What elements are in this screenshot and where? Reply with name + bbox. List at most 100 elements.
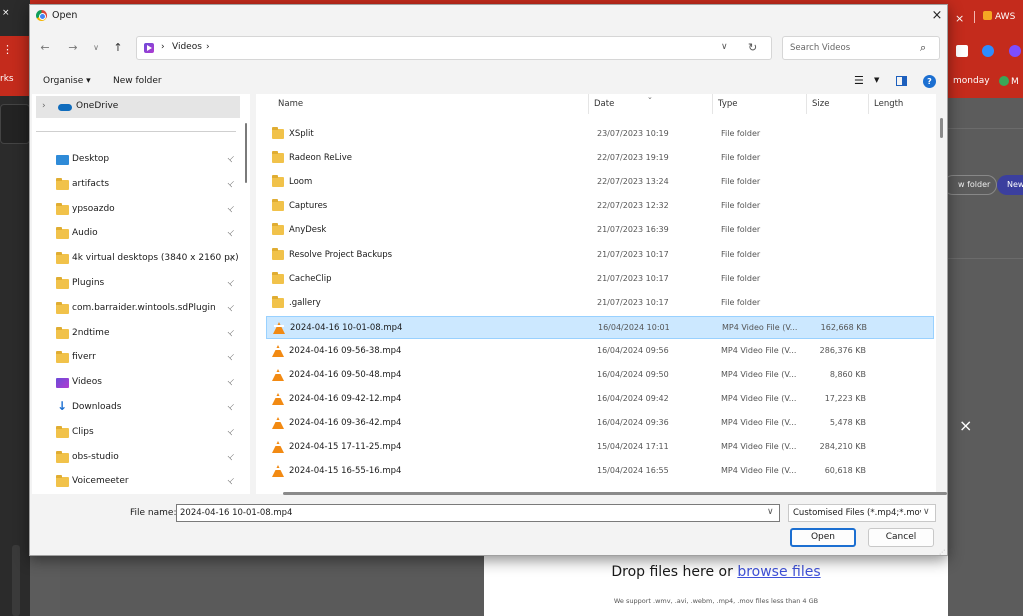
table-row[interactable]: 2024-04-16 10-01-08.mp4 16/04/2024 10:01 M… xyxy=(266,315,934,339)
table-row[interactable]: 2024-04-16 09-50-48.mp4 16/04/2024 09:50 M… xyxy=(266,364,934,387)
sidebar-item-onedrive[interactable]: › OneDrive xyxy=(36,96,240,118)
breadcrumb-separator-2[interactable]: › xyxy=(206,42,210,52)
sidebar-item-2ndtime[interactable]: 2ndtime ⊥ xyxy=(32,323,250,345)
videos-folder-icon xyxy=(144,43,154,53)
table-row[interactable]: CacheClip 21/07/2023 10:17 File folder xyxy=(266,268,934,291)
sidebar-item-voicemeeter[interactable]: Voicemeeter ⊥ xyxy=(32,471,250,493)
pin-icon[interactable]: ⊥ xyxy=(226,227,237,238)
pin-icon[interactable]: ⊥ xyxy=(226,277,237,288)
column-separator[interactable] xyxy=(712,94,713,114)
new-folder-button[interactable]: New folder xyxy=(113,76,162,86)
table-row[interactable]: 2024-04-16 09-42-12.mp4 16/04/2024 09:42 M… xyxy=(266,388,934,411)
bookmark-monday-badge[interactable]: M xyxy=(999,76,1019,87)
cancel-button[interactable]: Cancel xyxy=(868,528,934,547)
breadcrumb-videos[interactable]: Videos xyxy=(172,42,202,52)
close-icon[interactable]: × xyxy=(927,6,947,26)
recent-locations-chevron-icon[interactable]: ∨ xyxy=(89,43,103,52)
dialog-titlebar[interactable]: Open × xyxy=(30,5,947,28)
pin-icon[interactable]: ⊥ xyxy=(226,450,237,461)
help-icon[interactable]: ? xyxy=(923,75,936,88)
view-options-icon[interactable]: ☰ xyxy=(854,74,864,87)
open-button[interactable]: Open xyxy=(790,528,856,547)
background-scrollbar[interactable] xyxy=(12,545,20,616)
table-row[interactable]: Captures 22/07/2023 12:32 File folder xyxy=(266,195,934,218)
gear-extension-icon[interactable] xyxy=(1009,45,1021,57)
pin-icon[interactable]: ⊥ xyxy=(226,302,237,313)
table-row[interactable]: 2024-04-16 09-56-38.mp4 16/04/2024 09:56 M… xyxy=(266,340,934,363)
pin-icon[interactable]: ⊥ xyxy=(226,401,237,412)
table-row[interactable]: Radeon ReLive 22/07/2023 19:19 File folder xyxy=(266,147,934,170)
pin-icon[interactable]: ⊥ xyxy=(226,178,237,189)
sidebar-item-audio[interactable]: Audio ⊥ xyxy=(32,223,250,245)
file-name-input[interactable]: 2024-04-16 10-01-08.mp4 ∨ xyxy=(176,504,780,522)
table-row[interactable]: 2024-04-16 09-36-42.mp4 16/04/2024 09:36 M… xyxy=(266,412,934,435)
sidebar-item-artifacts[interactable]: artifacts ⊥ xyxy=(32,174,250,196)
address-bar[interactable]: › Videos › ∨ ↻ xyxy=(136,36,772,60)
search-input[interactable]: Search Videos ⌕ xyxy=(782,36,940,60)
table-row[interactable]: XSplit 23/07/2023 10:19 File folder xyxy=(266,123,934,146)
search-icon[interactable]: ⌕ xyxy=(920,41,926,55)
upload-modal-close-icon[interactable]: × xyxy=(959,416,972,435)
kebab-menu-icon[interactable]: ⋮ xyxy=(2,43,13,56)
column-header-size[interactable]: Size xyxy=(812,99,829,109)
file-list-horizontal-scrollbar[interactable] xyxy=(283,492,947,495)
column-separator[interactable] xyxy=(588,94,589,114)
folder-icon xyxy=(56,301,69,314)
view-options-caret-icon[interactable]: ▼ xyxy=(874,76,879,84)
file-type-filter-select[interactable]: Customised Files (*.mp4;*.mov ∨ xyxy=(788,504,936,522)
refresh-icon[interactable]: ↻ xyxy=(748,41,757,54)
table-row[interactable]: 2024-04-15 16-55-16.mp4 15/04/2024 16:55 M… xyxy=(266,460,934,483)
bookmark-monday[interactable]: monday xyxy=(953,76,990,86)
sidebar-item-ypsoazdo[interactable]: ypsoazdo ⊥ xyxy=(32,199,250,221)
column-header-type[interactable]: Type xyxy=(718,99,738,109)
up-arrow-icon[interactable]: ↑ xyxy=(111,41,125,54)
column-separator[interactable] xyxy=(806,94,807,114)
file-list-vertical-scrollbar[interactable] xyxy=(940,118,943,138)
extension-icon[interactable] xyxy=(956,45,968,57)
pin-icon[interactable]: ⊥ xyxy=(226,153,237,164)
pin-icon[interactable]: ⊥ xyxy=(226,326,237,337)
background-new-folder-button[interactable]: w folder xyxy=(943,175,998,195)
browse-files-link[interactable]: browse files xyxy=(737,564,820,580)
file-name-dropdown-chevron-icon[interactable]: ∨ xyxy=(767,507,774,517)
zoom-extension-icon[interactable] xyxy=(982,45,994,57)
navigation-pane-scrollbar[interactable] xyxy=(245,123,247,183)
sidebar-item-videos[interactable]: Videos ⊥ xyxy=(32,372,250,394)
column-header-length[interactable]: Length xyxy=(874,99,903,109)
resize-grip-icon[interactable]: ⋰ xyxy=(939,549,945,556)
sidebar-item-desktop[interactable]: Desktop ⊥ xyxy=(32,149,250,171)
pin-icon[interactable]: ⊥ xyxy=(226,351,237,362)
background-tab-close-icon[interactable]: × xyxy=(2,8,10,18)
column-header-date[interactable]: Date xyxy=(594,99,614,109)
table-row[interactable]: 2024-04-15 17-11-25.mp4 15/04/2024 17:11 M… xyxy=(266,436,934,459)
table-row[interactable]: .gallery 21/07/2023 10:17 File folder xyxy=(266,292,934,315)
pin-icon[interactable]: ⊥ xyxy=(226,475,237,486)
forward-arrow-icon[interactable]: → xyxy=(66,41,80,54)
pin-icon[interactable]: ⊥ xyxy=(226,426,237,437)
sidebar-item-obs-studio[interactable]: obs-studio ⊥ xyxy=(32,447,250,469)
pin-icon[interactable]: ⊥ xyxy=(226,202,237,213)
column-header-name[interactable]: Name xyxy=(278,99,303,109)
breadcrumb-separator[interactable]: › xyxy=(161,42,165,52)
filter-dropdown-chevron-icon[interactable]: ∨ xyxy=(923,507,1023,517)
sidebar-item-clips[interactable]: Clips ⊥ xyxy=(32,422,250,444)
table-row[interactable]: AnyDesk 21/07/2023 16:39 File folder xyxy=(266,219,934,242)
organise-menu-button[interactable]: Organise ▾ xyxy=(43,76,91,86)
table-row[interactable]: Loom 22/07/2023 13:24 File folder xyxy=(266,171,934,194)
background-new-button[interactable]: New xyxy=(997,175,1023,195)
sidebar-item-downloads[interactable]: Downloads ⊥ xyxy=(32,397,250,419)
sidebar-item-com-barraider-wintools-sdplugin[interactable]: com.barraider.wintools.sdPlugin ⊥ xyxy=(32,298,250,320)
sidebar-item-4k-virtual-desktops-3840-x-2160-px[interactable]: 4k virtual desktops (3840 x 2160 px) ⊥ xyxy=(32,248,250,270)
sidebar-item-fiverr[interactable]: fiverr ⊥ xyxy=(32,347,250,369)
sidebar-item-plugins[interactable]: Plugins ⊥ xyxy=(32,273,250,295)
browser-tab-aws[interactable]: AWS xyxy=(983,11,1015,22)
upload-drop-zone[interactable]: Drop files here or browse files We suppo… xyxy=(484,556,948,616)
browser-tab-close-icon[interactable]: × xyxy=(955,12,964,25)
table-row[interactable]: Resolve Project Backups 21/07/2023 10:17 F… xyxy=(266,244,934,267)
column-separator[interactable] xyxy=(868,94,869,114)
preview-pane-icon[interactable] xyxy=(896,76,907,86)
expand-chevron-icon[interactable]: › xyxy=(42,101,46,111)
pin-icon[interactable]: ⊥ xyxy=(226,376,237,387)
back-arrow-icon[interactable]: ← xyxy=(38,41,52,54)
address-dropdown-chevron-icon[interactable]: ∨ xyxy=(721,42,728,52)
